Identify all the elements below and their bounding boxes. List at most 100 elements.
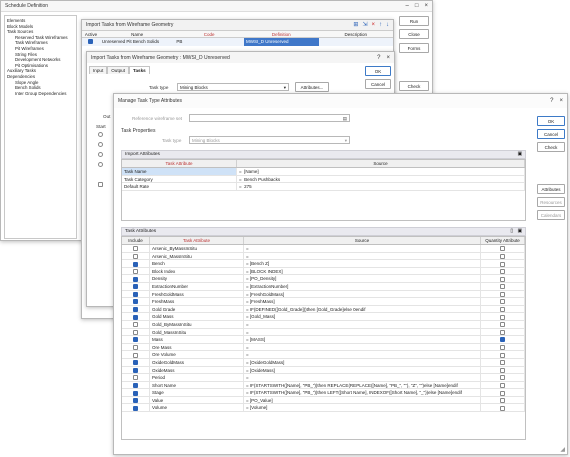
include-checkbox[interactable] [133, 398, 138, 404]
task-attribute-source[interactable]: = [244, 351, 481, 358]
active-checkbox[interactable] [88, 39, 94, 45]
close-icon[interactable]: × [559, 98, 563, 104]
tab-input[interactable]: Input [89, 66, 108, 74]
import-cancel-button[interactable]: Cancel [365, 79, 391, 89]
attributes-button[interactable]: Attributes [537, 184, 565, 194]
include-checkbox[interactable] [133, 383, 138, 388]
task-attribute-source[interactable]: = [244, 245, 481, 252]
minimize-icon[interactable]: – [406, 3, 409, 9]
include-checkbox[interactable] [133, 352, 138, 358]
task-attributes-grid[interactable]: Include Task Attribute Source Quantity A… [121, 236, 526, 440]
quantity-checkbox[interactable] [500, 299, 505, 305]
attributes-button[interactable]: Attributes... [295, 82, 329, 92]
table-row[interactable]: OxideMass = [OxideMass] [122, 366, 525, 375]
task-attribute-source[interactable]: = [OxideGoldMass] [244, 358, 481, 366]
check-button[interactable]: Check [537, 142, 565, 152]
quantity-checkbox[interactable] [500, 261, 505, 267]
table-row[interactable]: FreshGoldMass = [FreshGoldMass] [122, 290, 525, 299]
table-row[interactable]: Ore Mass = [122, 343, 525, 352]
add-row-icon[interactable]: ⊞ [353, 22, 358, 28]
quantity-checkbox[interactable] [500, 360, 505, 366]
include-checkbox[interactable] [133, 291, 138, 297]
close-icon[interactable]: × [386, 55, 390, 61]
table-row[interactable]: Value = [PO_Value] [122, 396, 525, 405]
manage-task-type-select[interactable]: Mining Blocks ▾ [189, 136, 350, 144]
import-task-type-select[interactable]: Mining Blocks ▾ [177, 83, 289, 91]
browse-icon[interactable]: ▤ [343, 115, 347, 122]
task-attribute-source[interactable]: = [MASS] [244, 336, 481, 343]
task-attribute-source[interactable]: = [FreshMass] [244, 298, 481, 305]
tab-tasks[interactable]: Tasks [129, 66, 150, 74]
help-icon[interactable]: ? [550, 98, 553, 104]
table-row[interactable]: Default Rate = 275 [122, 183, 525, 191]
task-attribute-source[interactable]: = IF(STARTSWITH([Name], "PB_"))then LEFT… [244, 389, 481, 396]
task-attribute-source[interactable]: = [FreshGoldMass] [244, 290, 481, 298]
calendars-button[interactable]: Calendars [537, 210, 565, 220]
close-button[interactable]: Close [399, 29, 429, 39]
table-row[interactable]: Mass = [MASS] [122, 336, 525, 344]
quantity-checkbox[interactable] [500, 367, 505, 373]
include-checkbox[interactable] [133, 360, 138, 366]
import-ok-button[interactable]: OK [365, 66, 391, 76]
include-checkbox[interactable] [133, 345, 138, 351]
table-row[interactable]: Volume = [Volume] [122, 404, 525, 413]
task-attribute-source[interactable]: = [244, 252, 481, 260]
table-row[interactable]: OxideGoldMass = [OxideGoldMass] [122, 358, 525, 367]
run-button[interactable]: Run [399, 16, 429, 26]
import-attr-source[interactable]: = 275 [237, 183, 525, 190]
include-checkbox[interactable] [133, 261, 138, 267]
table-row[interactable]: FreshMass = [FreshMass] [122, 298, 525, 306]
include-checkbox[interactable] [133, 367, 138, 373]
cancel-button[interactable]: Cancel [537, 129, 565, 139]
forms-button[interactable]: Forms [399, 43, 429, 53]
task-attribute-source[interactable]: = [ExtractionNumber] [244, 282, 481, 290]
table-row[interactable]: Gold_ByMassInSitu = [122, 320, 525, 329]
quantity-checkbox[interactable] [500, 291, 505, 297]
grid-options-icon[interactable]: ▣ [517, 151, 522, 159]
include-checkbox[interactable] [133, 390, 138, 396]
import-attr-source[interactable]: = Bench Pushbacks [237, 175, 525, 183]
grid-options-icon[interactable]: ▣ [517, 228, 522, 236]
radio-option[interactable] [98, 152, 103, 157]
reference-wireframe-field[interactable]: ▤ [189, 114, 350, 122]
include-checkbox[interactable] [133, 276, 138, 282]
quantity-checkbox[interactable] [500, 314, 505, 320]
quantity-checkbox[interactable] [500, 398, 505, 404]
delete-icon[interactable]: × [371, 22, 375, 28]
table-row[interactable]: Bench = [Bench Z] [122, 260, 525, 268]
task-attribute-source[interactable]: = [BLOCK INDEX] [244, 267, 481, 275]
quantity-checkbox[interactable] [500, 383, 505, 388]
include-checkbox[interactable] [133, 253, 138, 259]
include-checkbox[interactable] [133, 405, 138, 411]
include-checkbox[interactable] [133, 322, 138, 328]
task-attribute-source[interactable]: = IF(DEFINED([Gold_Grade]))then [Gold_Gr… [244, 305, 481, 313]
task-attribute-source[interactable]: = [Bench Z] [244, 260, 481, 267]
row-definition[interactable]: MWSI_D Unreserved [243, 38, 319, 46]
table-row[interactable]: Task Name = [Name] [122, 168, 525, 176]
radio-option[interactable] [98, 132, 103, 137]
task-attribute-source[interactable]: = [Gold_Mass] [244, 313, 481, 320]
radio-option[interactable] [98, 162, 103, 167]
include-checkbox[interactable] [133, 329, 138, 335]
import-attributes-grid[interactable]: Task Attribute Source Task Name = [Name]… [121, 159, 526, 221]
task-attribute-source[interactable]: = [244, 320, 481, 328]
move-down-icon[interactable]: ↓ [386, 22, 389, 28]
include-checkbox[interactable] [133, 246, 138, 252]
table-row[interactable]: Arsenic_MassInSitu = [122, 252, 525, 261]
task-attribute-source[interactable]: = IF(STARTSWITH([Name], "PB_"))then REPL… [244, 381, 481, 389]
ok-button[interactable]: OK [537, 116, 565, 126]
table-row[interactable]: Gold Grade = IF(DEFINED([Gold_Grade]))the… [122, 305, 525, 314]
check-button[interactable]: Check [399, 81, 429, 91]
move-up-icon[interactable]: ↑ [379, 22, 382, 28]
quantity-checkbox[interactable] [500, 352, 505, 358]
task-attribute-source[interactable]: = [Volume] [244, 404, 481, 412]
quantity-checkbox[interactable] [500, 345, 505, 351]
radio-option[interactable] [98, 142, 103, 147]
insert-icon[interactable]: ⇲ [362, 22, 367, 28]
table-row[interactable]: Gold Mass = [Gold_Mass] [122, 313, 525, 321]
quantity-checkbox[interactable] [500, 390, 505, 396]
schedule-tree[interactable]: Elements Block Models Task Sources Reser… [4, 15, 77, 239]
option-checkbox[interactable] [98, 182, 103, 187]
table-row[interactable]: Block Index = [BLOCK INDEX] [122, 267, 525, 276]
tree-item[interactable]: Inter Group Dependencies [7, 91, 74, 97]
